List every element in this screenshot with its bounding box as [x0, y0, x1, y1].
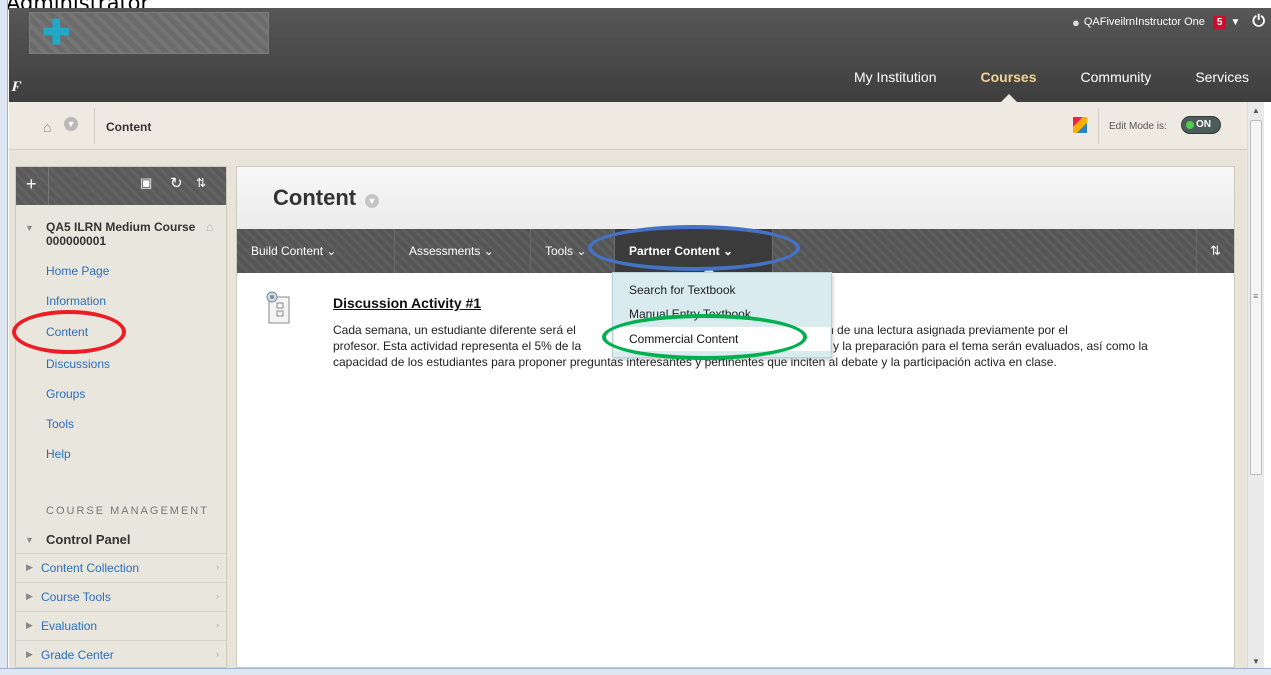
course-menu: + ▣ ↻ ⇅ ▼ QA5 ILRN Medium Course 0000000…: [15, 166, 227, 668]
window-bottom-border: [0, 668, 1271, 675]
control-panel-item-evaluation[interactable]: ▶ Evaluation ›: [16, 611, 226, 640]
control-panel-item-content-collection[interactable]: ▶ Content Collection ›: [16, 553, 226, 582]
sort-icon[interactable]: ⇅: [1196, 229, 1234, 273]
breadcrumb-divider: [94, 108, 95, 144]
partner-content-dropdown: Search for Textbook Manual Entry Textboo…: [612, 272, 832, 358]
breadcrumb-divider: [1098, 108, 1099, 144]
chevron-right-icon: ›: [216, 591, 219, 601]
sidebar-item-content[interactable]: Content: [46, 325, 88, 339]
toolbar-divider: [48, 167, 49, 205]
expand-arrow-icon: ▶: [26, 591, 33, 601]
course-title[interactable]: QA5 ILRN Medium Course 000000001: [46, 220, 206, 248]
control-panel-title[interactable]: Control Panel: [46, 532, 131, 547]
build-content-label: Build Content: [251, 244, 324, 258]
refresh-icon[interactable]: ↻: [170, 174, 183, 192]
course-management-heading: COURSE MANAGEMENT: [46, 505, 209, 517]
chevron-right-icon: ›: [216, 649, 219, 659]
chevron-right-icon: ›: [216, 620, 219, 630]
menu-item-search-for-textbook[interactable]: Search for Textbook: [629, 283, 736, 297]
sidebar-item-help[interactable]: Help: [46, 447, 71, 461]
discussion-item-icon: [263, 289, 293, 325]
control-panel-item-label: Evaluation: [41, 619, 98, 633]
sidebar-item-tools[interactable]: Tools: [46, 417, 74, 431]
tab-my-institution[interactable]: My Institution: [832, 70, 958, 102]
tools-label: Tools: [545, 244, 574, 258]
chevron-down-icon[interactable]: ▼: [365, 194, 379, 208]
build-content-menu[interactable]: Build Content ⌄: [237, 229, 395, 273]
description-text: profesor. Esta actividad representa el 5…: [333, 339, 582, 353]
folder-view-icon[interactable]: ▣: [140, 175, 152, 191]
chevron-down-icon[interactable]: ▼: [64, 117, 78, 131]
expand-arrow-icon: ▶: [26, 620, 33, 630]
chevron-down-icon[interactable]: ▼: [1230, 17, 1240, 28]
home-icon[interactable]: ⌂: [206, 220, 213, 234]
edit-mode-toggle[interactable]: ON: [1181, 116, 1221, 134]
notification-badge[interactable]: 5: [1212, 15, 1227, 29]
collapse-arrow-icon[interactable]: ▼: [25, 223, 34, 233]
content-header: Content ▼: [237, 167, 1234, 229]
main-nav: My Institution Courses Community Service…: [832, 70, 1271, 102]
course-menu-toolbar: + ▣ ↻ ⇅: [16, 167, 226, 205]
scroll-up-icon[interactable]: ▲: [1252, 106, 1260, 115]
collapse-arrow-icon[interactable]: ▼: [25, 535, 34, 545]
control-panel-item-label: Content Collection: [41, 561, 140, 575]
partner-content-label: Partner Content: [629, 244, 720, 258]
control-panel-item-label: Course Tools: [41, 590, 111, 604]
institution-logo[interactable]: ✚: [29, 12, 269, 54]
assessments-menu[interactable]: Assessments ⌄: [395, 229, 531, 273]
window-left-border: [0, 0, 8, 675]
sidebar-item-discussions[interactable]: Discussions: [46, 357, 110, 371]
content-area: Content ▼ Build Content ⌄ Assessments ⌄ …: [236, 166, 1235, 668]
menu-item-commercial-content[interactable]: Commercial Content: [614, 327, 830, 351]
scrollbar-thumb[interactable]: ≡: [1250, 120, 1262, 475]
expand-arrow-icon: ▶: [26, 649, 33, 659]
page-scrollbar[interactable]: ▲ ≡ ▼: [1247, 102, 1264, 668]
sidebar-item-information[interactable]: Information: [46, 294, 106, 308]
action-bar: Build Content ⌄ Assessments ⌄ Tools ⌄ Pa…: [237, 229, 1234, 273]
control-panel-item-label: Grade Center: [41, 648, 114, 662]
edit-mode-label: Edit Mode is:: [1109, 121, 1167, 132]
grip-icon: ≡: [1253, 291, 1259, 301]
sidebar-item-groups[interactable]: Groups: [46, 387, 85, 401]
tools-menu[interactable]: Tools ⌄: [531, 229, 615, 273]
breadcrumb: ⌂ ▼ Content Edit Mode is: ON: [9, 102, 1247, 150]
chevron-down-icon: ⌄: [576, 244, 587, 258]
user-bar: ● QAFiveilrnInstructor One 5 ▼ ⏻: [1072, 10, 1271, 34]
tab-services[interactable]: Services: [1173, 70, 1271, 102]
chevron-down-icon: ⌄: [326, 244, 337, 258]
chevron-right-icon: ›: [216, 562, 219, 572]
power-icon[interactable]: ⏻: [1252, 13, 1265, 31]
sidebar-item-home-page[interactable]: Home Page: [46, 264, 109, 278]
control-panel-item-grade-center[interactable]: ▶ Grade Center ›: [16, 640, 226, 667]
scroll-down-icon[interactable]: ▼: [1252, 657, 1260, 666]
menu-item-manual-entry-textbook[interactable]: Manual Entry Textbook: [629, 307, 751, 321]
edit-mode-value: ON: [1196, 119, 1211, 130]
user-icon: ●: [1071, 14, 1080, 30]
screen: Administrator ✚ 𝟊 ● QAFiveilrnInstructor…: [0, 0, 1271, 675]
link-icon[interactable]: 𝟊: [11, 78, 20, 95]
chevron-down-icon: ⌄: [483, 244, 494, 258]
content-item-title[interactable]: Discussion Activity #1: [333, 295, 481, 311]
assessments-label: Assessments: [409, 244, 481, 258]
home-icon[interactable]: ⌂: [43, 119, 51, 135]
plus-logo-icon: ✚: [42, 14, 71, 52]
tab-courses[interactable]: Courses: [958, 70, 1058, 102]
sort-icon[interactable]: ⇅: [196, 176, 206, 190]
tab-community[interactable]: Community: [1059, 70, 1174, 102]
toggle-indicator: [1186, 121, 1194, 129]
add-menu-item-icon[interactable]: +: [26, 174, 37, 195]
partner-content-menu[interactable]: Partner Content ⌄: [615, 229, 773, 273]
chevron-down-icon: ⌄: [723, 244, 734, 258]
page-title: Content: [273, 185, 357, 210]
breadcrumb-current: Content: [106, 120, 152, 134]
expand-arrow-icon: ▶: [26, 562, 33, 572]
description-text: y la preparación para el tema serán eval…: [833, 339, 1148, 353]
control-panel-item-course-tools[interactable]: ▶ Course Tools ›: [16, 582, 226, 611]
user-name[interactable]: QAFiveilrnInstructor One: [1084, 16, 1205, 28]
color-palette-icon[interactable]: [1073, 117, 1087, 133]
top-header: ✚ 𝟊 ● QAFiveilrnInstructor One 5 ▼ ⏻ My …: [9, 8, 1271, 102]
description-text: Cada semana, un estudiante diferente ser…: [333, 323, 576, 337]
